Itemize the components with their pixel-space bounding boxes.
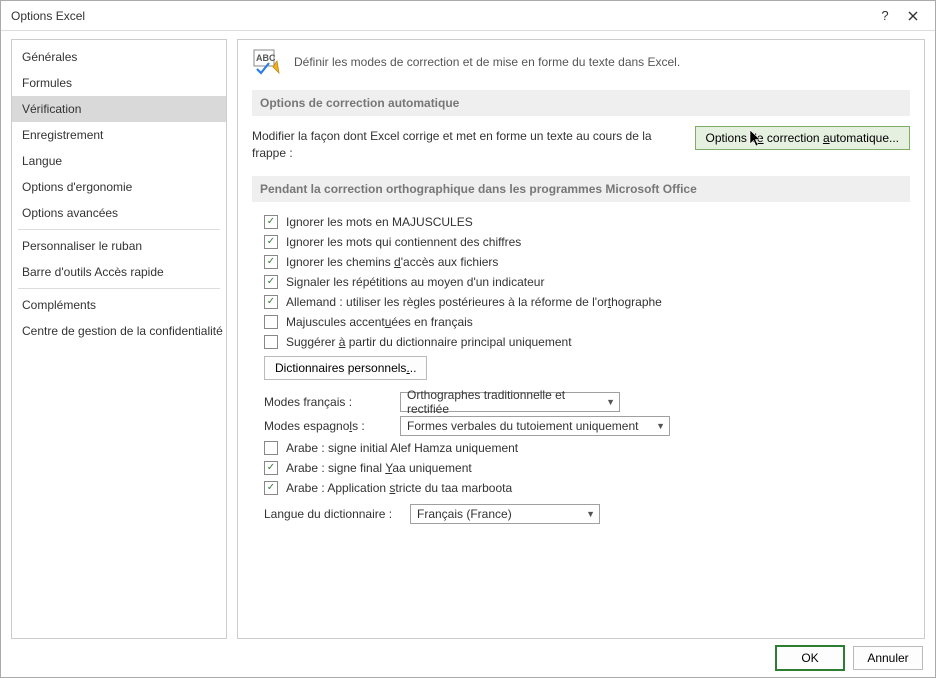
- sidebar-item-trust-center[interactable]: Centre de gestion de la confidentialité: [12, 318, 226, 344]
- titlebar: Options Excel ?: [1, 1, 935, 31]
- autocorrect-description: Modifier la façon dont Excel corrige et …: [252, 126, 675, 162]
- sidebar-item-addins[interactable]: Compléments: [12, 292, 226, 318]
- select-dict-language-value: Français (France): [417, 507, 512, 521]
- checkbox-arabic-alef-hamza[interactable]: [264, 441, 278, 455]
- checkbox-arabic-yaa[interactable]: [264, 461, 278, 475]
- checkbox-french-caps[interactable]: [264, 315, 278, 329]
- sidebar-item-language[interactable]: Langue: [12, 148, 226, 174]
- page-description: Définir les modes de correction et de mi…: [294, 55, 680, 69]
- section-autocorrect-title: Options de correction automatique: [252, 90, 910, 116]
- checkbox-german-reform[interactable]: [264, 295, 278, 309]
- dialog-footer: OK Annuler: [1, 639, 935, 677]
- cancel-button[interactable]: Annuler: [853, 646, 923, 670]
- checkbox-ignore-uppercase[interactable]: [264, 215, 278, 229]
- autocorrect-options-button[interactable]: Options de correction automatique...: [695, 126, 910, 150]
- checkbox-ignore-numbers[interactable]: [264, 235, 278, 249]
- sidebar-item-general[interactable]: Générales: [12, 44, 226, 70]
- select-spanish-modes-value: Formes verbales du tutoiement uniquement: [407, 419, 638, 433]
- checkbox-flag-repeats[interactable]: [264, 275, 278, 289]
- label-arabic-taa: Arabe : Application stricte du taa marbo…: [286, 481, 512, 495]
- label-dict-language: Langue du dictionnaire :: [264, 507, 404, 521]
- label-main-dict-only: Suggérer à partir du dictionnaire princi…: [286, 335, 572, 349]
- label-french-caps: Majuscules accentuées en français: [286, 315, 473, 329]
- page-header: ABC Définir les modes de correction et d…: [252, 48, 910, 76]
- label-ignore-numbers: Ignorer les mots qui contiennent des chi…: [286, 235, 521, 249]
- checkbox-main-dict-only[interactable]: [264, 335, 278, 349]
- select-french-modes[interactable]: Orthographes traditionnelle et rectifiée…: [400, 392, 620, 412]
- select-french-modes-value: Orthographes traditionnelle et rectifiée: [407, 388, 600, 416]
- label-spanish-modes: Modes espagnols :: [264, 419, 394, 433]
- label-flag-repeats: Signaler les répétitions au moyen d'un i…: [286, 275, 544, 289]
- content-panel: ABC Définir les modes de correction et d…: [237, 39, 925, 639]
- select-spanish-modes[interactable]: Formes verbales du tutoiement uniquement…: [400, 416, 670, 436]
- label-ignore-uppercase: Ignorer les mots en MAJUSCULES: [286, 215, 473, 229]
- svg-text:ABC: ABC: [256, 53, 276, 63]
- sidebar-item-accessibility[interactable]: Options d'ergonomie: [12, 174, 226, 200]
- help-button[interactable]: ?: [871, 4, 899, 28]
- close-icon: [908, 11, 918, 21]
- options-sidebar: Générales Formules Vérification Enregist…: [11, 39, 227, 639]
- close-button[interactable]: [899, 4, 927, 28]
- label-french-modes: Modes français :: [264, 395, 394, 409]
- proofing-icon: ABC: [252, 48, 284, 76]
- sidebar-item-save[interactable]: Enregistrement: [12, 122, 226, 148]
- chevron-down-icon: ▼: [650, 421, 665, 431]
- sidebar-item-quick-access[interactable]: Barre d'outils Accès rapide: [12, 259, 226, 285]
- section-spelling-title: Pendant la correction orthographique dan…: [252, 176, 910, 202]
- sidebar-item-formulas[interactable]: Formules: [12, 70, 226, 96]
- label-german-reform: Allemand : utiliser les règles postérieu…: [286, 295, 662, 309]
- label-arabic-alef-hamza: Arabe : signe initial Alef Hamza uniquem…: [286, 441, 518, 455]
- sidebar-separator: [18, 229, 220, 230]
- label-arabic-yaa: Arabe : signe final Yaa uniquement: [286, 461, 472, 475]
- chevron-down-icon: ▼: [580, 509, 595, 519]
- sidebar-separator: [18, 288, 220, 289]
- sidebar-item-advanced[interactable]: Options avancées: [12, 200, 226, 226]
- ok-button[interactable]: OK: [775, 645, 845, 671]
- sidebar-item-customize-ribbon[interactable]: Personnaliser le ruban: [12, 233, 226, 259]
- window-title: Options Excel: [11, 9, 871, 23]
- checkbox-ignore-paths[interactable]: [264, 255, 278, 269]
- sidebar-item-proofing[interactable]: Vérification: [12, 96, 226, 122]
- custom-dictionaries-button[interactable]: Dictionnaires personnels...: [264, 356, 427, 380]
- checkbox-arabic-taa[interactable]: [264, 481, 278, 495]
- chevron-down-icon: ▼: [600, 397, 615, 407]
- select-dict-language[interactable]: Français (France) ▼: [410, 504, 600, 524]
- label-ignore-paths: Ignorer les chemins d'accès aux fichiers: [286, 255, 498, 269]
